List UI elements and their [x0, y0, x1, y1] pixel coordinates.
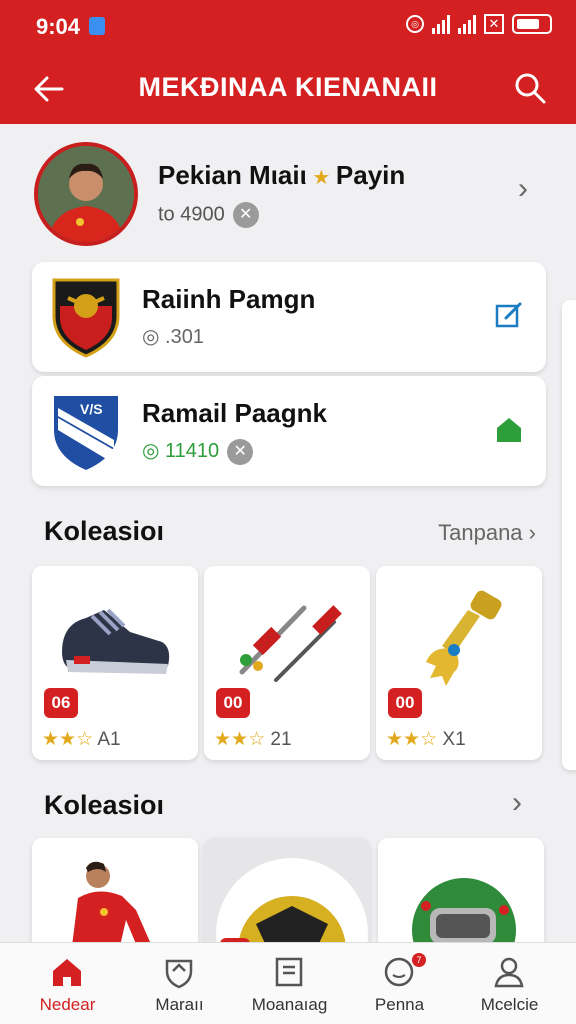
star-icon: ★ [306, 167, 336, 189]
profile-name: Pekian Mιaiι ★ Payin [158, 160, 406, 190]
see-all-link[interactable]: Tanpana › [438, 520, 536, 546]
edit-icon[interactable] [494, 300, 524, 330]
bottom-nav: Nedear Maraıı Moanaıag 7 Penna Mcelcie [0, 942, 576, 1024]
collection-item[interactable]: 00 ★★☆ 21 [204, 566, 370, 760]
chevron-right-icon: › [528, 520, 536, 545]
stars-icon: ★★☆ [214, 729, 266, 750]
item-rating: ★★☆ X1 [386, 729, 466, 750]
nav-item-teams[interactable]: Maraıı [122, 943, 237, 1024]
team-card[interactable]: V/S Ramail Paagnk ◎ 11410 ✕ [32, 376, 546, 486]
nav-item-profile[interactable]: Mcelcie [452, 943, 567, 1024]
player-avatar-image [38, 146, 134, 242]
team-crest-icon [52, 278, 120, 358]
nav-item-collection[interactable]: Moanaıag [232, 943, 347, 1024]
item-badge: 06 [44, 688, 78, 718]
user-icon [494, 957, 524, 988]
nav-label: Nedear [39, 995, 96, 1014]
helmet-image [412, 878, 516, 958]
avatar[interactable] [34, 142, 138, 246]
nav-item-messages[interactable]: 7 Penna [342, 943, 457, 1024]
profile-score: to 4900 ✕ [158, 202, 259, 228]
chevron-right-icon[interactable]: › [512, 786, 522, 820]
player-image [72, 861, 150, 946]
telegram-icon [89, 17, 105, 35]
team-name: Ramail Paagnk [142, 398, 327, 428]
nav-label: Mcelcie [480, 995, 539, 1014]
team-name: Raiinh Pamgn [142, 284, 316, 314]
item-rating: ★★☆ A1 [42, 729, 121, 750]
remove-icon[interactable]: ✕ [232, 202, 259, 228]
nav-label: Moanaıag [251, 995, 328, 1014]
status-bar: 9:04 ◎ ✕ [0, 0, 576, 52]
sim-icon: ✕ [484, 14, 504, 34]
signal-icon [432, 14, 450, 34]
battery-icon [512, 14, 552, 34]
stars-icon: ★★☆ [42, 729, 94, 750]
shield-icon [165, 959, 193, 989]
status-icons: ◎ ✕ [406, 14, 552, 34]
status-time: 9:04 [36, 14, 81, 39]
section-title: Koleasioı [44, 516, 165, 546]
profile-row[interactable]: Pekian Mιaiι ★ Payin to 4900 ✕ › [30, 140, 550, 250]
home-icon [53, 959, 81, 986]
team-value: ◎ .301 [142, 326, 204, 348]
team-card[interactable]: Raiinh Pamgn ◎ .301 [32, 262, 546, 372]
collection-item[interactable]: 00 ★★☆ X1 [376, 566, 542, 760]
settings-status-icon: ◎ [406, 15, 424, 33]
shoe-image [62, 608, 170, 674]
nav-item-home[interactable]: Nedear [10, 943, 125, 1024]
home-icon[interactable] [494, 414, 524, 444]
section-title: Koleasioı [44, 790, 165, 820]
collection-item[interactable] [378, 838, 544, 958]
collection-item[interactable] [204, 838, 370, 958]
team-value: ◎ 11410 ✕ [142, 438, 254, 465]
app-bar: MEKÐINAA KIENANAII [0, 52, 576, 124]
notification-badge: 7 [412, 953, 426, 967]
chevron-right-icon[interactable]: › [518, 172, 528, 206]
next-card-peek [562, 300, 576, 770]
golden-gauntlet-image [426, 590, 502, 686]
item-rating: ★★☆ 21 [214, 729, 292, 750]
tools-image [239, 605, 342, 682]
collection-item[interactable] [32, 838, 198, 958]
signal-2-icon [458, 14, 476, 34]
collection-item[interactable]: 06 ★★☆ A1 [32, 566, 198, 760]
item-badge: 00 [388, 688, 422, 718]
chat-icon [384, 957, 414, 987]
search-icon[interactable] [512, 70, 548, 106]
svg-text:V/S: V/S [80, 401, 103, 417]
ball-image [216, 858, 368, 958]
nav-label: Maraıı [155, 995, 204, 1014]
box-icon [275, 957, 303, 987]
nav-label: Penna [374, 995, 425, 1014]
stars-icon: ★★☆ [386, 729, 438, 750]
page-title: MEKÐINAA KIENANAII [138, 72, 438, 102]
item-badge: 00 [216, 688, 250, 718]
team-crest-icon: V/S [54, 396, 118, 470]
remove-icon[interactable]: ✕ [227, 438, 254, 465]
